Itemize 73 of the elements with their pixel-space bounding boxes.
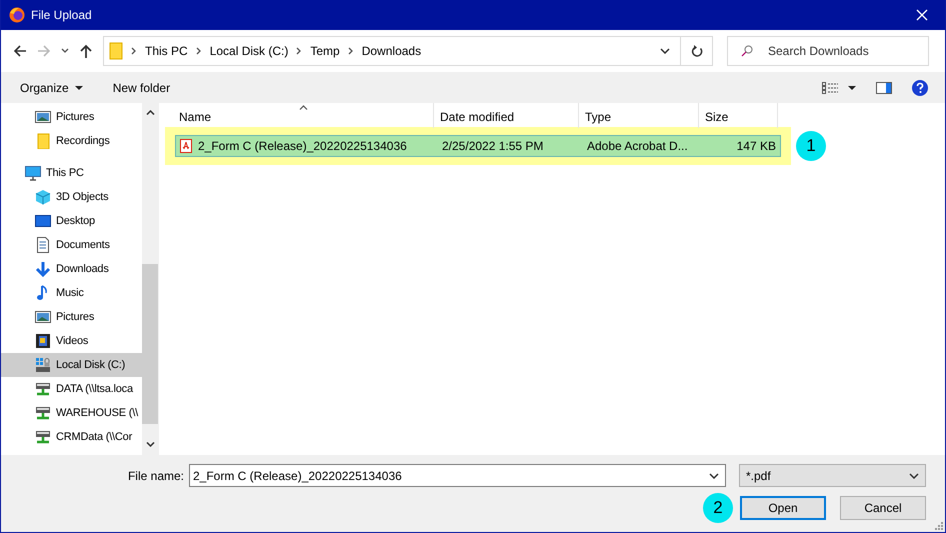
scroll-up-icon (146, 110, 154, 115)
picture-icon (35, 109, 51, 125)
sidebar-item[interactable]: Local Disk (C:) (1, 353, 142, 377)
table-cell: 147 KB (736, 139, 776, 153)
table-cell: Adobe Acrobat D... (587, 139, 688, 153)
network-icon (35, 405, 51, 421)
chevron-icon (296, 47, 302, 55)
sidebar-item[interactable]: Pictures (1, 105, 142, 129)
picture-icon (35, 309, 51, 325)
sidebar-item[interactable]: Videos (1, 329, 142, 353)
breadcrumb-item[interactable]: Downloads (362, 44, 422, 58)
sidebar-item[interactable]: CRMData (\\Cor (1, 425, 142, 449)
sidebar-item[interactable]: Music (1, 281, 142, 305)
pc-icon (25, 165, 41, 181)
sidebar-item[interactable]: Desktop (1, 209, 142, 233)
refresh-icon (690, 44, 702, 58)
chevron-icon (196, 47, 202, 55)
up-icon (79, 44, 93, 58)
sidebar-item[interactable]: Recordings (1, 129, 142, 153)
chevron-down-icon (709, 473, 719, 479)
back-icon (13, 44, 27, 58)
new-folder-button[interactable]: New folder (106, 76, 178, 98)
callout-badge: 1 (796, 131, 826, 161)
scroll-down-icon (146, 442, 154, 447)
list-view-icon (822, 82, 838, 94)
pdf-icon (180, 139, 192, 153)
address-bar[interactable]: This PC Local Disk (C:) Temp Downloads (103, 36, 713, 66)
sidebar-item[interactable]: This PC (1, 161, 142, 185)
desktop-icon (35, 213, 51, 229)
organize-menu[interactable]: Organize (13, 76, 90, 98)
sidebar-item[interactable]: Pictures (1, 305, 142, 329)
breadcrumb-item[interactable]: Temp (310, 44, 340, 58)
resize-grip-icon (935, 522, 943, 530)
chevron-down-icon (660, 48, 670, 54)
open-button[interactable]: Open (740, 496, 826, 520)
table-cell: 2/25/2022 1:55 PM (442, 139, 544, 153)
breadcrumb-item[interactable]: Local Disk (C:) (210, 44, 288, 58)
window-title: File Upload (31, 8, 92, 22)
browser-logo-icon (9, 7, 25, 23)
forward-icon (37, 44, 51, 58)
chevron-down-icon (909, 472, 919, 478)
chevron-icon (348, 47, 354, 55)
chevron-icon (131, 47, 137, 55)
folder-icon (109, 42, 123, 60)
file-name-field[interactable]: 2_Form C (Release)_20220225134036 (189, 464, 726, 487)
breadcrumb-item[interactable]: This PC (145, 44, 188, 58)
network-icon (35, 381, 51, 397)
caret-icon (74, 86, 83, 90)
sidebar-item[interactable]: 3D Objects (1, 185, 142, 209)
callout-badge: 2 (703, 493, 733, 523)
close-icon (916, 9, 928, 21)
download-icon (35, 261, 51, 277)
file-type-dropdown[interactable]: *.pdf (739, 464, 926, 487)
drive-icon (35, 357, 51, 373)
file-row[interactable]: 2_Form C (Release)_20220225134036 2/25/2022 1:55 PM Adobe Acrobat D... 147 KB (175, 135, 781, 157)
sidebar-item[interactable]: DATA (\\ltsa.loca (1, 377, 142, 401)
field-label: File name: (128, 468, 184, 482)
cancel-button[interactable]: Cancel (840, 496, 926, 520)
folder-icon (35, 133, 51, 149)
scroll-thumb[interactable] (142, 264, 158, 424)
sidebar-item[interactable]: Downloads (1, 257, 142, 281)
network-icon (35, 429, 51, 445)
cube-icon (35, 189, 51, 205)
help-icon (912, 80, 928, 96)
table-cell: 2_Form C (Release)_20220225134036 (198, 139, 407, 153)
sidebar-item[interactable]: WAREHOUSE (\\ (1, 401, 142, 425)
caret-icon (848, 86, 856, 90)
sidebar-item[interactable]: Documents (1, 233, 142, 257)
search-icon (741, 45, 753, 57)
document-icon (35, 237, 51, 253)
search-field[interactable]: Search Downloads (727, 36, 929, 66)
pane-icon (876, 82, 892, 94)
video-icon (35, 333, 51, 349)
